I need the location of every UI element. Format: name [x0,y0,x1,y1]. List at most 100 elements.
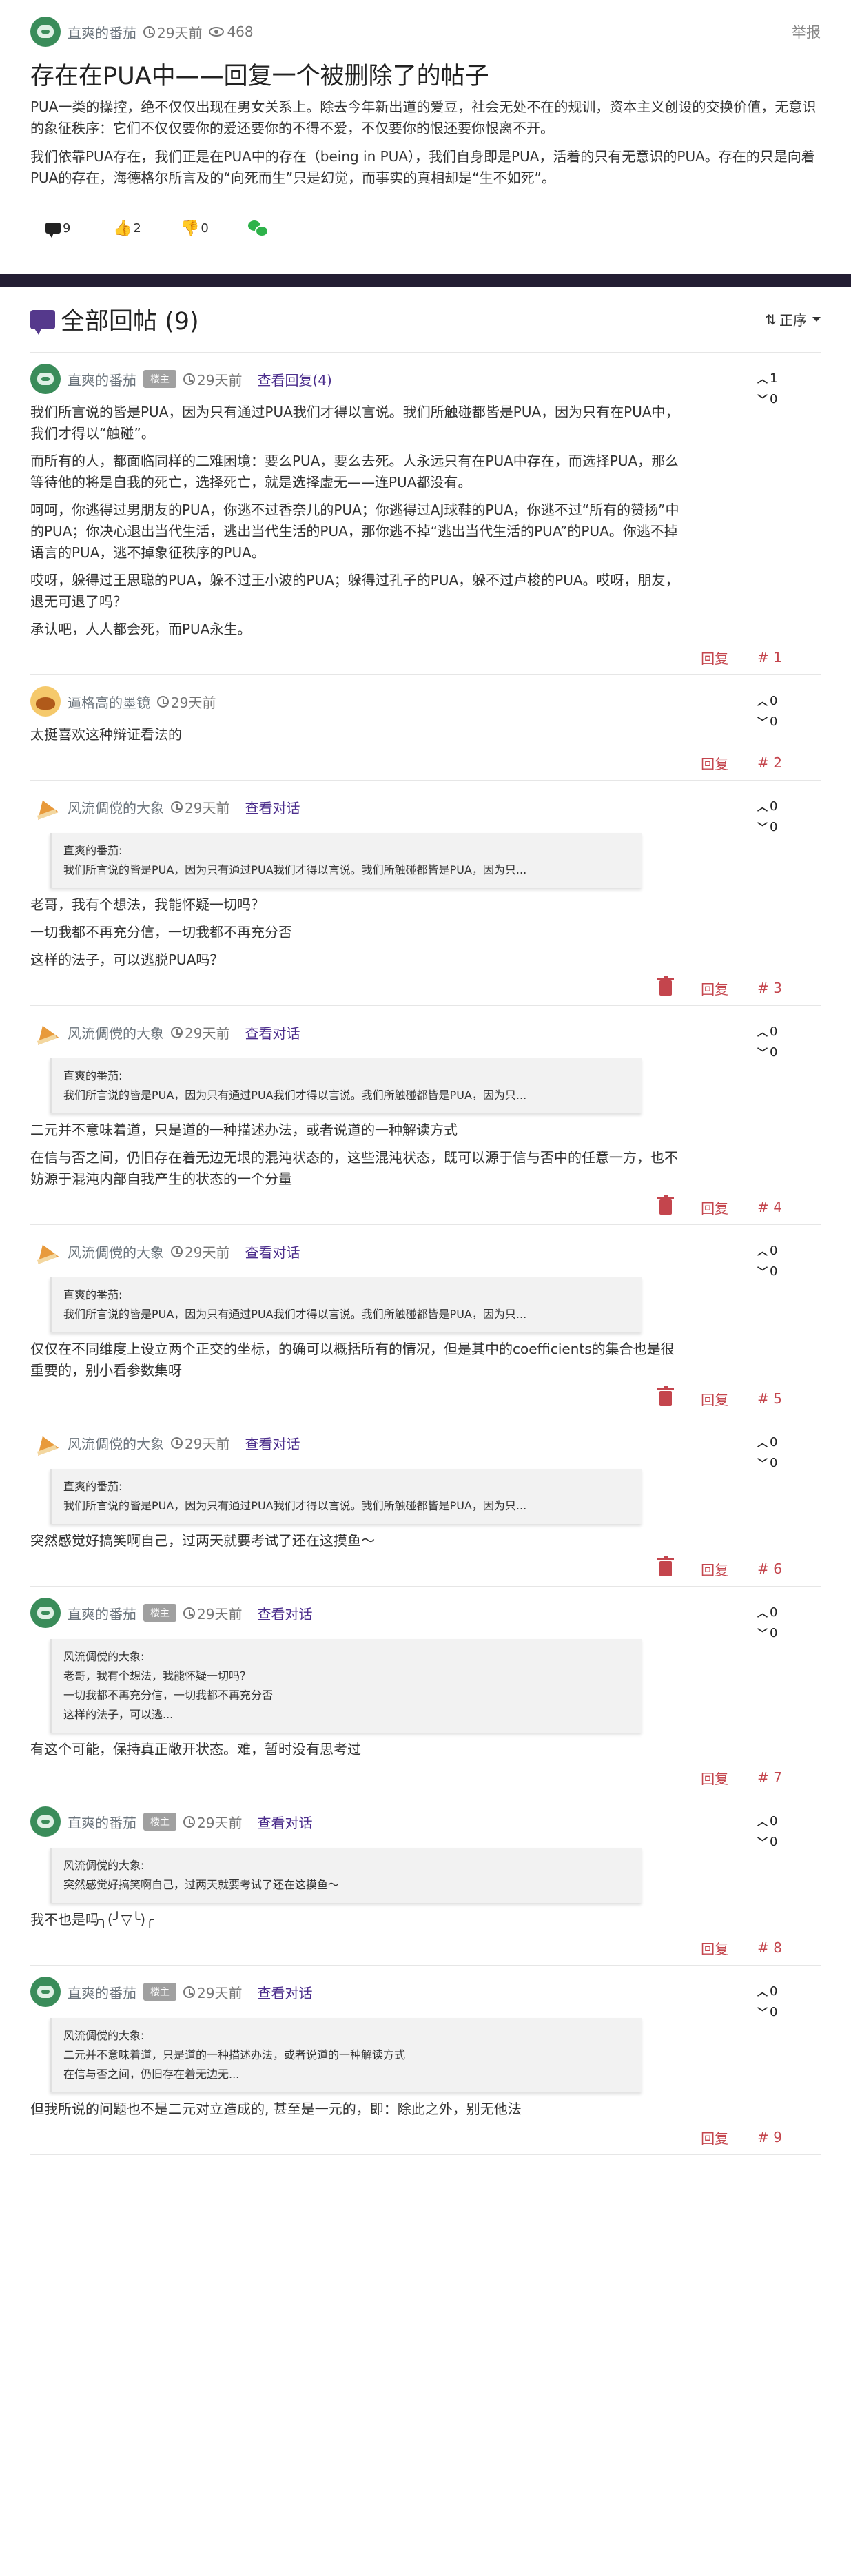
downvote-button[interactable]: ﹀ 0 [757,711,778,732]
author-name[interactable]: 直爽的番茄 [68,1982,136,2002]
reply-button[interactable]: 回复 [701,1768,728,1788]
upvote-button[interactable]: ︿ 1 [757,368,778,389]
chevron-down-icon: ﹀ [757,393,768,406]
avatar[interactable] [30,364,61,394]
post-action-bar: 9 👍 2 👎 0 [30,212,821,244]
upvote-button[interactable]: ︿ 0 [757,1021,778,1042]
reply-time: 29天前 [185,1435,230,1452]
chevron-down-icon: ﹀ [757,1835,768,1848]
upvote-button[interactable]: ︿ 0 [757,1811,778,1831]
downvote-button[interactable]: ﹀ 0 [757,1261,778,1281]
floor-number: # 3 [757,980,782,996]
view-conversation-link[interactable]: 查看对话 [245,1022,300,1042]
comment-count: 9 [63,220,71,236]
reply-button[interactable]: 回复 [701,978,728,998]
view-conversation-link[interactable]: 查看对话 [245,1241,300,1261]
downvote-count: 0 [770,1834,778,1849]
reply-item: 直爽的番茄 楼主 29天前 查看回复(4) ︿ 1 ﹀ 0 我们所言说的皆是PUA，因为只有通过… [30,353,821,675]
quoted-reply[interactable]: 直爽的番茄: 我们所言说的皆是PUA，因为只有通过PUA我们才得以言说。我们所触碰… [50,833,642,888]
avatar[interactable] [30,1598,61,1628]
author-name[interactable]: 风流倜傥的大象 [68,1241,164,1261]
reply-item: 逼格高的墨镜 29天前 ︿ 0 ﹀ 0 太挺喜欢这种辩证看法的 回复 # 2 [30,675,821,781]
avatar[interactable] [30,1428,61,1458]
wechat-share-button[interactable] [233,212,300,244]
downvote-button[interactable]: ﹀ 0 [757,1831,778,1852]
view-conversation-link[interactable]: 查看回复(4) [257,369,331,389]
quoted-reply[interactable]: 风流倜傥的大象: 老哥，我有个想法，我能怀疑一切吗？ 一切我都不再充分信，一切我都不… [50,1639,642,1733]
upvote-button[interactable]: ︿ 0 [757,1981,778,2001]
reply-button[interactable]: 回复 [701,648,728,668]
avatar[interactable] [30,686,61,717]
reply-button[interactable]: 回复 [701,1389,728,1409]
avatar[interactable] [30,1017,61,1047]
chevron-up-icon: ︿ [757,1025,768,1038]
downvote-count: 0 [770,1455,778,1470]
downvote-button[interactable]: ﹀ 0 [757,1622,778,1643]
reply-button[interactable]: 回复 [701,1197,728,1217]
reply-button[interactable]: 回复 [701,1559,728,1579]
reply-content: 但我所说的问题也不是二元对立造成的, 甚至是一元的，即：除此之外，别无他法 [30,2099,821,2120]
report-link[interactable]: 举报 [792,21,821,42]
replies-title: 全部回帖 (9) [61,308,199,336]
reply-button[interactable]: 回复 [701,2127,728,2147]
reply-button[interactable]: 回复 [701,1938,728,1958]
avatar[interactable] [30,17,61,47]
view-conversation-link[interactable]: 查看对话 [257,1982,312,2002]
quote-line: 这样的法子，可以逃... [63,1708,174,1721]
downvote-button[interactable]: ﹀ 0 [757,389,778,409]
view-conversation-link[interactable]: 查看对话 [257,1812,312,1832]
upvote-button[interactable]: ︿ 0 [757,1432,778,1452]
view-conversation-link[interactable]: 查看对话 [245,797,300,817]
author-name[interactable]: 风流倜傥的大象 [68,797,164,817]
reply-paragraph: 有这个可能，保持真正敞开状态。难，暂时没有思考过 [30,1741,361,1758]
trash-icon[interactable] [657,1195,675,1215]
quoted-reply[interactable]: 直爽的番茄: 我们所言说的皆是PUA，因为只有通过PUA我们才得以言说。我们所触碰… [50,1058,642,1113]
reply-paragraph: 太挺喜欢这种辩证看法的 [30,726,182,743]
avatar[interactable] [30,1977,61,2007]
quoted-reply[interactable]: 直爽的番茄: 我们所言说的皆是PUA，因为只有通过PUA我们才得以言说。我们所触碰… [50,1469,642,1524]
view-conversation-link[interactable]: 查看对话 [245,1433,300,1453]
upvote-count: 0 [770,798,778,814]
author-name[interactable]: 风流倜傥的大象 [68,1022,164,1042]
quoted-reply[interactable]: 风流倜傥的大象: 突然感觉好搞笑啊自己，过两天就要考试了还在这摸鱼～ [50,1848,642,1903]
clock-icon [183,1815,195,1828]
chevron-up-icon: ︿ [757,1985,768,1998]
reply-paragraph: 承认吧，人人都会死，而PUA永生。 [30,621,252,637]
trash-icon[interactable] [657,1556,675,1576]
upvote-button[interactable]: ︿ 0 [757,1240,778,1261]
upvote-button[interactable]: ︿ 0 [757,1602,778,1622]
reply-item: 直爽的番茄 楼主 29天前 查看对话 ︿ 0 ﹀ 0 风流倜傥的大象: 老哥，我有个想法，我能怀疑… [30,1587,821,1795]
trash-icon[interactable] [657,976,675,996]
quoted-reply[interactable]: 风流倜傥的大象: 二元并不意味着道，只是道的一种描述办法，或者说道的一种解读方式在… [50,2018,642,2092]
view-conversation-link[interactable]: 查看对话 [257,1603,312,1623]
upvote-count: 0 [770,1024,778,1039]
downvote-count: 0 [770,391,778,406]
dislike-button[interactable]: 👎 0 [165,212,233,244]
upvote-button[interactable]: ︿ 0 [757,690,778,711]
sort-dropdown[interactable]: ⇅ 正序 [765,309,821,329]
upvote-button[interactable]: ︿ 0 [757,796,778,816]
reply-button[interactable]: 回复 [701,753,728,773]
downvote-button[interactable]: ﹀ 0 [757,1452,778,1473]
reply-meta: 逼格高的墨镜 29天前 [30,685,821,718]
author-name[interactable]: 直爽的番茄 [68,1812,136,1832]
downvote-button[interactable]: ﹀ 0 [757,1042,778,1062]
like-button[interactable]: 👍 2 [98,212,165,244]
trash-icon[interactable] [657,1386,675,1406]
author-name[interactable]: 直爽的番茄 [68,369,136,389]
avatar[interactable] [30,792,61,822]
author-name[interactable]: 逼格高的墨镜 [68,692,150,712]
author-name[interactable]: 风流倜傥的大象 [68,1433,164,1453]
downvote-button[interactable]: ﹀ 0 [757,2001,778,2022]
quoted-reply[interactable]: 直爽的番茄: 我们所言说的皆是PUA，因为只有通过PUA我们才得以言说。我们所触碰… [50,1277,642,1332]
comment-button[interactable]: 9 [30,212,98,244]
author-name[interactable]: 直爽的番茄 [68,1603,136,1623]
author-name[interactable]: 直爽的番茄 [68,22,136,42]
caret-down-icon [812,317,821,322]
avatar[interactable] [30,1236,61,1266]
section-divider [0,274,851,287]
chevron-down-icon: ﹀ [757,1627,768,1640]
sort-label: 正序 [779,312,807,329]
downvote-button[interactable]: ﹀ 0 [757,816,778,837]
avatar[interactable] [30,1806,61,1837]
